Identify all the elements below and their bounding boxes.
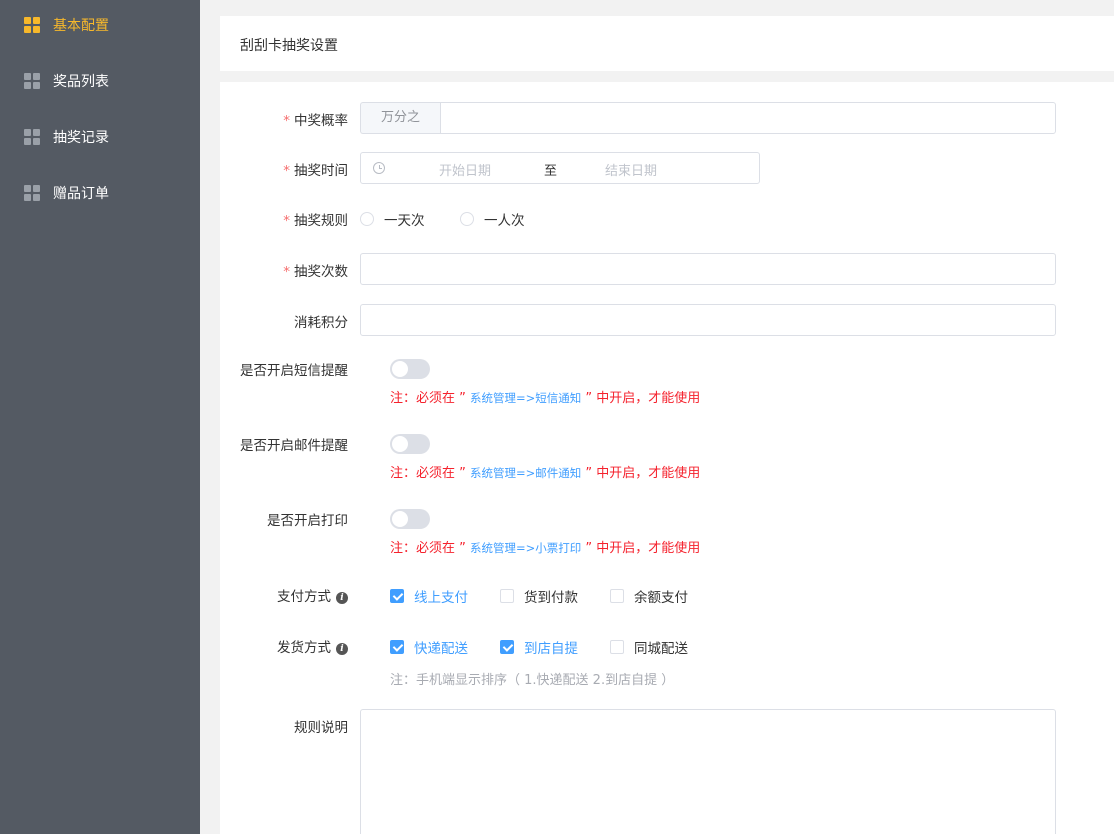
probability-prefix: 万分之 — [360, 102, 440, 134]
info-icon[interactable]: i — [336, 643, 348, 655]
payment-label: 支付方式 i — [277, 585, 348, 605]
page-title: 刮刮卡抽奖设置 — [240, 38, 338, 54]
count-label: * 抽奖次数 — [283, 264, 348, 280]
sidebar-item-label: 赠品订单 — [53, 186, 109, 202]
probability-label: * 中奖概率 — [283, 113, 348, 129]
sms-label: 是否开启短信提醒 — [240, 363, 348, 379]
info-icon[interactable]: i — [336, 592, 348, 604]
print-note: 注：必须在 ” 系统管理=>小票打印 ” 中开启，才能使用 — [390, 541, 701, 556]
delivery-pickup-checkbox[interactable]: 到店自提 — [500, 637, 578, 657]
email-note: 注：必须在 ” 系统管理=>邮件通知 ” 中开启，才能使用 — [390, 466, 701, 481]
date-range-picker[interactable]: 开始日期 至 结束日期 — [360, 152, 760, 184]
points-label: 消耗积分 — [294, 315, 348, 331]
sidebar-item-basic-config[interactable]: 基本配置 — [0, 0, 200, 53]
grid-icon — [24, 129, 40, 145]
sms-note: 注：必须在 ” 系统管理=>短信通知 ” 中开启，才能使用 — [390, 391, 701, 406]
sidebar-item-label: 基本配置 — [53, 18, 109, 34]
delivery-note: 注：手机端显示排序（ 1.快递配送 2.到店自提 ） — [390, 673, 675, 688]
description-label: 规则说明 — [294, 720, 348, 736]
range-separator: 至 — [544, 164, 558, 179]
payment-cod-checkbox[interactable]: 货到付款 — [500, 586, 578, 606]
clock-icon — [373, 162, 385, 174]
time-label: * 抽奖时间 — [283, 163, 348, 179]
rule-label: * 抽奖规则 — [283, 213, 348, 229]
print-toggle[interactable] — [390, 509, 430, 529]
rule-radio-per-person[interactable]: 一人次 — [460, 209, 525, 229]
sidebar-item-label: 抽奖记录 — [53, 130, 109, 146]
radio-circle — [460, 212, 474, 226]
sidebar: 基本配置 奖品列表 抽奖记录 赠品订单 — [0, 0, 200, 834]
sidebar-item-prize-list[interactable]: 奖品列表 — [0, 53, 200, 109]
email-label: 是否开启邮件提醒 — [240, 438, 348, 454]
radio-circle — [360, 212, 374, 226]
payment-balance-checkbox[interactable]: 余额支付 — [610, 586, 688, 606]
count-input[interactable] — [360, 253, 1056, 285]
sidebar-item-label: 奖品列表 — [53, 74, 109, 90]
delivery-local-checkbox[interactable]: 同城配送 — [610, 637, 688, 657]
probability-input[interactable] — [440, 102, 1056, 134]
description-textarea[interactable] — [360, 709, 1056, 834]
rule-radio-per-day[interactable]: 一天次 — [360, 209, 425, 229]
grid-icon — [24, 185, 40, 201]
print-label: 是否开启打印 — [267, 513, 348, 529]
start-date-input[interactable]: 开始日期 — [439, 160, 491, 179]
points-input[interactable] — [360, 304, 1056, 336]
sidebar-item-draw-records[interactable]: 抽奖记录 — [0, 109, 200, 165]
email-toggle[interactable] — [390, 434, 430, 454]
end-date-input[interactable]: 结束日期 — [605, 160, 657, 179]
settings-form: * 中奖概率 万分之 * 抽奖时间 开始日期 至 结束日期 * 抽奖规则 一天次 一人… — [220, 82, 1114, 834]
delivery-express-checkbox[interactable]: 快递配送 — [390, 637, 468, 657]
payment-online-checkbox[interactable]: 线上支付 — [390, 586, 468, 606]
page-header: 刮刮卡抽奖设置 — [220, 16, 1114, 71]
grid-icon — [24, 17, 40, 33]
grid-icon — [24, 73, 40, 89]
sms-toggle[interactable] — [390, 359, 430, 379]
sidebar-item-gift-orders[interactable]: 赠品订单 — [0, 165, 200, 221]
delivery-label: 发货方式 i — [277, 636, 348, 656]
